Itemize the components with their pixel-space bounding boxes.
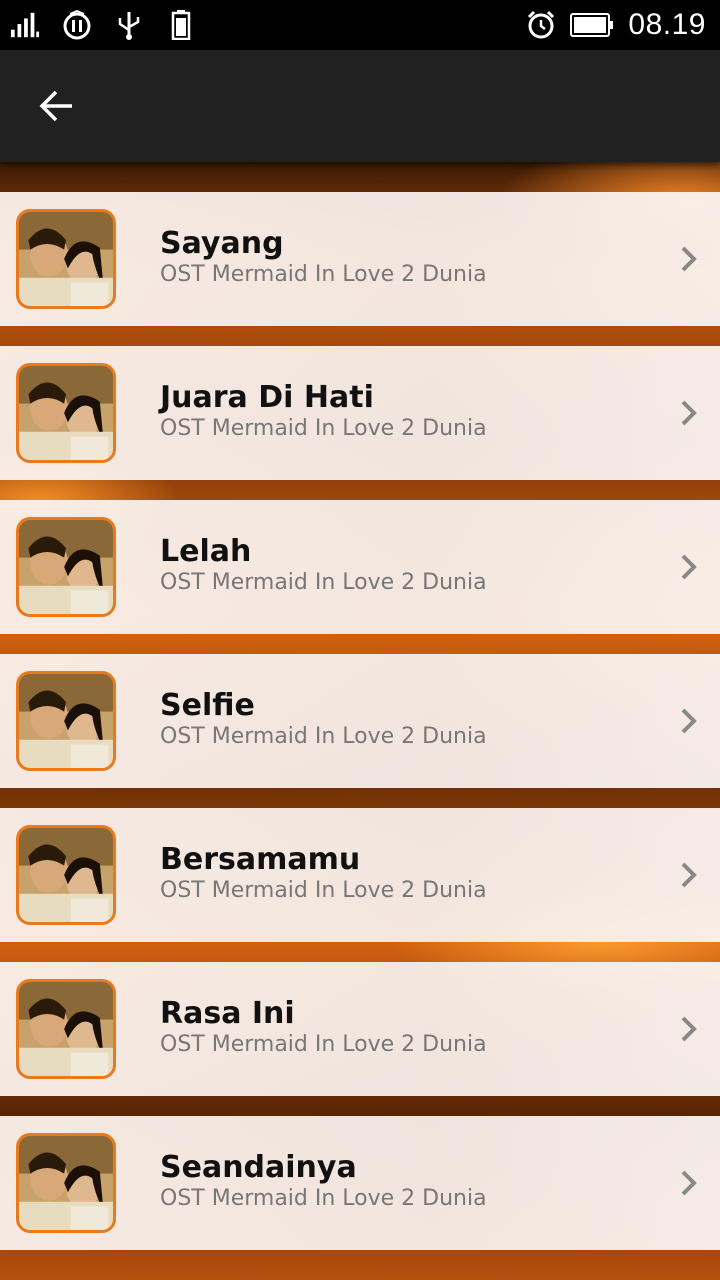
status-right-icons: 08.19: [526, 8, 706, 42]
song-subtitle: OST Mermaid In Love 2 Dunia: [160, 570, 487, 595]
album-thumbnail: [16, 209, 116, 309]
song-title: Selfie: [160, 688, 255, 723]
song-subtitle: OST Mermaid In Love 2 Dunia: [160, 416, 487, 441]
song-list-item[interactable]: Lelah OST Mermaid In Love 2 Dunia: [0, 500, 720, 634]
clock-time: 08.19: [628, 8, 706, 41]
song-list-item[interactable]: Selfie OST Mermaid In Love 2 Dunia: [0, 654, 720, 788]
alarm-icon: [526, 10, 556, 40]
chevron-right-icon: [676, 550, 702, 584]
song-list-background: Sayang OST Mermaid In Love 2 Dunia Juara…: [0, 162, 720, 1280]
chevron-right-icon: [676, 396, 702, 430]
song-title: Lelah: [160, 534, 252, 569]
song-list-item[interactable]: Bersamamu OST Mermaid In Love 2 Dunia: [0, 808, 720, 942]
pause-circle-icon: [62, 10, 92, 40]
chevron-right-icon: [676, 242, 702, 276]
song-list: Sayang OST Mermaid In Love 2 Dunia Juara…: [0, 192, 720, 1270]
album-thumbnail: [16, 671, 116, 771]
song-list-item[interactable]: Sayang OST Mermaid In Love 2 Dunia: [0, 192, 720, 326]
chevron-right-icon: [676, 704, 702, 738]
signal-icon: [10, 10, 40, 40]
song-subtitle: OST Mermaid In Love 2 Dunia: [160, 878, 487, 903]
song-title: Bersamamu: [160, 842, 361, 877]
album-thumbnail: [16, 363, 116, 463]
album-thumbnail: [16, 825, 116, 925]
song-subtitle: OST Mermaid In Love 2 Dunia: [160, 262, 487, 287]
battery-saver-icon: [166, 10, 196, 40]
album-thumbnail: [16, 1133, 116, 1233]
album-thumbnail: [16, 517, 116, 617]
song-subtitle: OST Mermaid In Love 2 Dunia: [160, 1186, 487, 1211]
song-title: Seandainya: [160, 1150, 357, 1185]
chevron-right-icon: [676, 1012, 702, 1046]
song-list-item[interactable]: Rasa Ini OST Mermaid In Love 2 Dunia: [0, 962, 720, 1096]
song-title: Rasa Ini: [160, 996, 295, 1031]
album-thumbnail: [16, 979, 116, 1079]
status-left-icons: [10, 10, 196, 40]
back-button[interactable]: [26, 76, 86, 136]
chevron-right-icon: [676, 1166, 702, 1200]
song-title: Juara Di Hati: [160, 380, 374, 415]
usb-icon: [114, 10, 144, 40]
battery-icon: [570, 10, 614, 40]
song-list-item[interactable]: Seandainya OST Mermaid In Love 2 Dunia: [0, 1116, 720, 1250]
chevron-right-icon: [676, 858, 702, 892]
arrow-left-icon: [39, 90, 72, 122]
status-bar: 08.19: [0, 0, 720, 50]
app-bar: [0, 50, 720, 162]
song-subtitle: OST Mermaid In Love 2 Dunia: [160, 724, 487, 749]
song-subtitle: OST Mermaid In Love 2 Dunia: [160, 1032, 487, 1057]
song-title: Sayang: [160, 226, 284, 261]
song-list-item[interactable]: Juara Di Hati OST Mermaid In Love 2 Duni…: [0, 346, 720, 480]
